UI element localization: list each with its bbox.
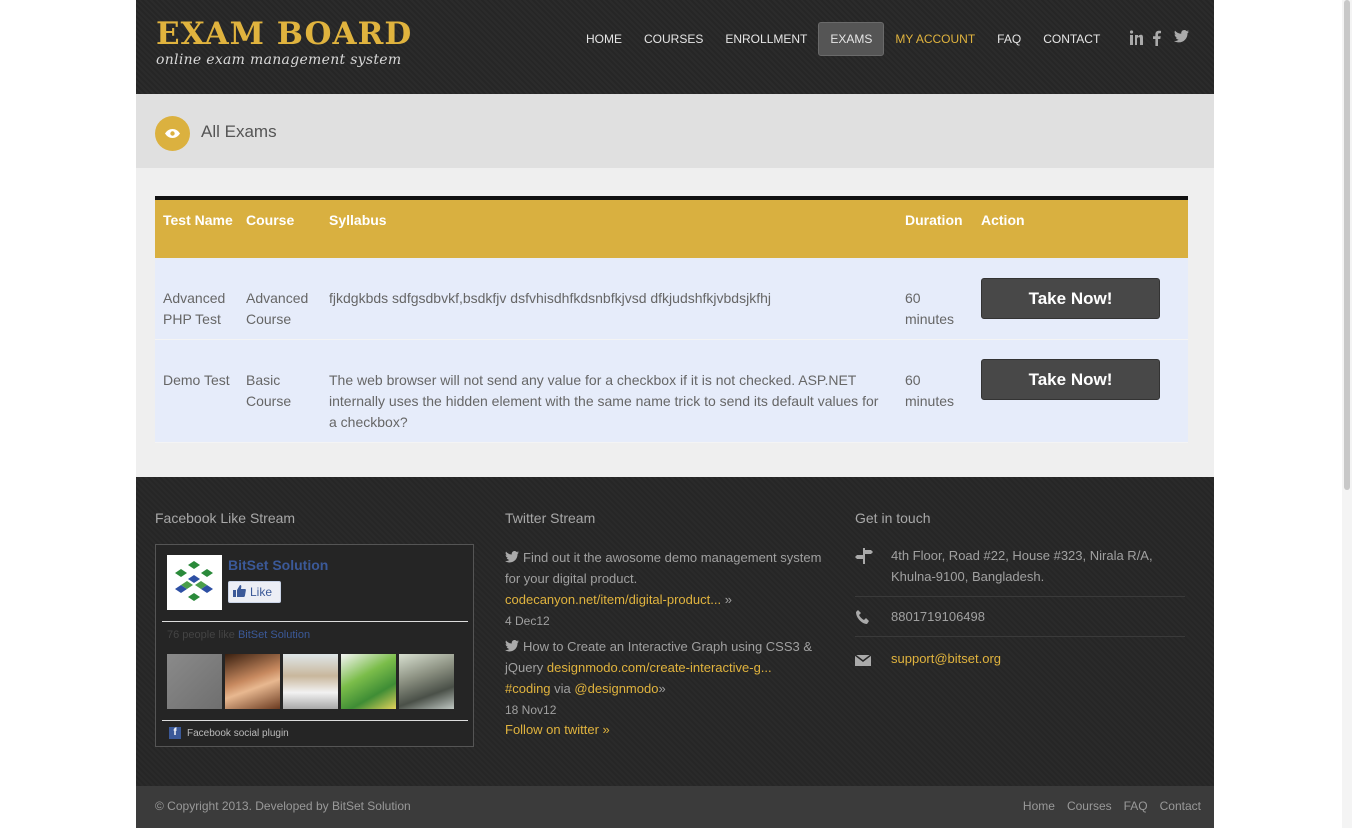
exams-table: Test Name Course Syllabus Duration Actio… xyxy=(155,196,1188,443)
fan-faces xyxy=(167,654,454,709)
page-title-bar: All Exams xyxy=(136,94,1214,168)
thumbs-up-icon xyxy=(233,584,246,600)
site-header: EXAM BOARD online exam management system… xyxy=(136,0,1214,94)
logo-subtitle: online exam management system xyxy=(156,52,402,68)
like-count: 76 people like BitSet Solution xyxy=(167,629,310,641)
page-wrapper: EXAM BOARD online exam management system… xyxy=(136,0,1214,828)
fan-avatar[interactable] xyxy=(283,654,338,709)
facebook-heading: Facebook Like Stream xyxy=(155,510,296,526)
address-text: 4th Floor, Road #22, House #323, Nirala … xyxy=(891,548,1153,584)
tweet-date: 18 Nov12 xyxy=(505,703,557,717)
tweet-hashtag[interactable]: #coding xyxy=(505,681,551,696)
like-label: Like xyxy=(250,585,273,599)
contact-heading: Get in touch xyxy=(855,510,931,526)
nav-enrollment[interactable]: ENROLLMENT xyxy=(714,22,818,56)
divider xyxy=(855,596,1185,597)
take-now-button[interactable]: Take Now! xyxy=(981,278,1160,319)
tweet: Find out it the awosome demo management … xyxy=(505,547,835,632)
cell-duration: 60 minutes xyxy=(905,372,955,409)
facebook-plugin-footer: f Facebook social plugin xyxy=(169,727,289,739)
facebook-like-box: BitSet Solution Like 76 people like BitS… xyxy=(155,544,474,747)
page-name[interactable]: BitSet Solution xyxy=(228,557,328,573)
page-title: All Exams xyxy=(201,122,277,141)
nav-courses[interactable]: COURSES xyxy=(633,22,714,56)
scrollbar-thumb[interactable] xyxy=(1344,0,1350,490)
link-arrow: » xyxy=(724,592,732,607)
tweet-via: via xyxy=(554,681,571,696)
tweet-text: Find out it the awosome demo management … xyxy=(505,550,822,586)
fan-avatar[interactable] xyxy=(225,654,280,709)
header-duration: Duration xyxy=(905,212,963,228)
cell-syllabus: fjkdgkbds sdfgsdbvkf,bsdkfjv dsfvhisdhfk… xyxy=(329,290,771,306)
twitter-bird-icon xyxy=(505,548,519,563)
footer-link-courses[interactable]: Courses xyxy=(1067,799,1112,813)
tweet-handle[interactable]: @designmodo xyxy=(574,681,658,696)
footer-link-faq[interactable]: FAQ xyxy=(1124,799,1148,813)
email-link[interactable]: support@bitset.org xyxy=(891,648,1181,669)
logo-title: EXAM BOARD xyxy=(156,16,413,52)
fan-avatar[interactable] xyxy=(341,654,396,709)
tweet-link[interactable]: codecanyon.net/item/digital-product... xyxy=(505,592,721,607)
header-course: Course xyxy=(246,212,295,228)
linkedin-icon[interactable] xyxy=(1129,30,1143,46)
copyright: © Copyright 2013. Developed by BitSet So… xyxy=(155,799,411,813)
footer-nav: Home Courses FAQ Contact xyxy=(1023,799,1201,813)
divider xyxy=(855,636,1185,637)
fan-avatar[interactable] xyxy=(167,654,222,709)
bottom-bar: © Copyright 2013. Developed by BitSet So… xyxy=(136,786,1214,828)
table-header: Test Name Course Syllabus Duration Actio… xyxy=(155,196,1188,258)
footer-link-contact[interactable]: Contact xyxy=(1160,799,1201,813)
main-nav: HOME COURSES ENROLLMENT EXAMS MY ACCOUNT… xyxy=(575,22,1111,56)
cell-test-name: Demo Test xyxy=(163,372,230,388)
eye-icon xyxy=(155,116,190,151)
header-test-name: Test Name xyxy=(163,212,233,228)
cell-course: Advanced Course xyxy=(246,290,309,327)
cell-test-name: Advanced PHP Test xyxy=(163,290,226,327)
table-row: Demo Test Basic Course The web browser w… xyxy=(155,340,1188,443)
cell-duration: 60 minutes xyxy=(905,290,955,327)
phone-text: 8801719106498 xyxy=(891,609,985,624)
tweet-link[interactable]: designmodo.com/create-interactive-g... xyxy=(547,660,772,675)
cell-course: Basic Course xyxy=(246,372,292,409)
footer-link-home[interactable]: Home xyxy=(1023,799,1055,813)
twitter-bird-icon xyxy=(505,637,519,652)
like-count-text: 76 people like xyxy=(167,629,235,641)
header-syllabus: Syllabus xyxy=(329,212,387,228)
tweet: How to Create an Interactive Graph using… xyxy=(505,636,835,721)
tweet-date: 4 Dec12 xyxy=(505,614,550,628)
plugin-label[interactable]: Facebook social plugin xyxy=(187,728,289,739)
signpost-icon xyxy=(855,548,873,564)
phone-icon xyxy=(855,609,873,625)
divider xyxy=(162,621,468,622)
link-arrow: » xyxy=(658,681,666,696)
facebook-icon: f xyxy=(169,727,181,739)
header-action: Action xyxy=(981,212,1025,228)
nav-faq[interactable]: FAQ xyxy=(986,22,1032,56)
logo[interactable]: EXAM BOARD online exam management system xyxy=(156,16,412,68)
twitter-icon[interactable] xyxy=(1174,30,1189,46)
envelope-icon xyxy=(854,651,873,667)
cell-syllabus: The web browser will not send any value … xyxy=(329,372,879,430)
nav-home[interactable]: HOME xyxy=(575,22,633,56)
nav-my-account[interactable]: MY ACCOUNT xyxy=(884,22,986,56)
take-now-button[interactable]: Take Now! xyxy=(981,359,1160,400)
fan-avatar[interactable] xyxy=(399,654,454,709)
page-logo[interactable] xyxy=(167,555,222,610)
scrollbar[interactable] xyxy=(1342,0,1352,828)
nav-contact[interactable]: CONTACT xyxy=(1032,22,1111,56)
social-links xyxy=(1129,30,1189,46)
like-button[interactable]: Like xyxy=(228,581,281,603)
facebook-icon[interactable] xyxy=(1152,30,1164,46)
twitter-heading: Twitter Stream xyxy=(505,510,596,526)
divider xyxy=(162,720,468,721)
table-row: Advanced PHP Test Advanced Course fjkdgk… xyxy=(155,258,1188,340)
site-footer: Facebook Like Stream BitSet Solution Lik… xyxy=(136,477,1214,786)
follow-on-twitter-link[interactable]: Follow on twitter » xyxy=(505,722,610,737)
nav-exams[interactable]: EXAMS xyxy=(818,22,885,56)
like-count-link[interactable]: BitSet Solution xyxy=(238,629,310,641)
